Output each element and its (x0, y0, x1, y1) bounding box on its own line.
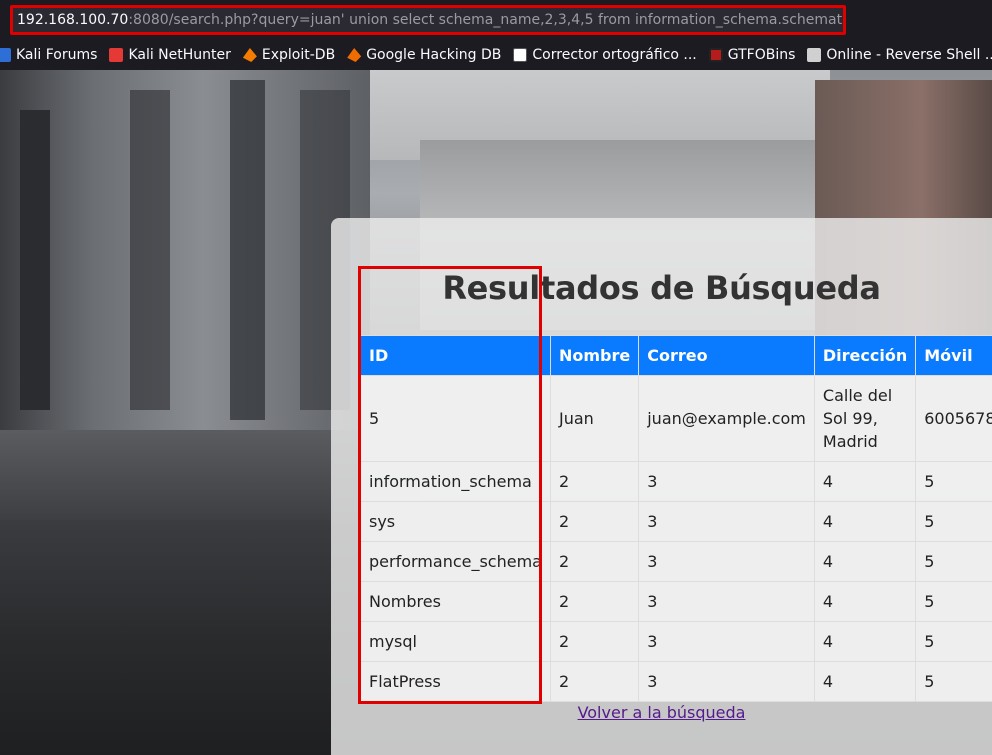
cell-id: performance_schema (360, 541, 551, 582)
browser-window: 192.168.100.70:8080/search.php?query=jua… (0, 0, 992, 755)
cell-id: information_schema (360, 461, 551, 502)
corrector-icon (513, 48, 528, 62)
header-movil: Móvil (915, 335, 992, 376)
cell-direccion: Calle del Sol 99, Madrid (813, 375, 917, 462)
bookmark-label: Google Hacking DB (366, 47, 502, 63)
cell-movil: 5 (915, 501, 992, 542)
cell-nombre: 2 (549, 461, 640, 502)
address-field[interactable]: 192.168.100.70:8080/search.php?query=jua… (10, 5, 846, 35)
cell-correo: 3 (638, 661, 815, 702)
url-bar: 192.168.100.70:8080/search.php?query=jua… (0, 0, 992, 40)
kali-dragon-icon (0, 48, 11, 62)
page-viewport: Resultados de Búsqueda ID Nombre Correo … (0, 70, 992, 755)
cell-movil: 5 (915, 461, 992, 502)
cell-id: mysql (360, 621, 551, 662)
table-header-row: ID Nombre Correo Dirección Móvil (360, 335, 992, 376)
cell-direccion: 4 (813, 461, 917, 502)
cell-movil: 5 (915, 581, 992, 622)
cell-movil: 5 (915, 661, 992, 702)
page-title: Resultados de Búsqueda (442, 269, 881, 307)
bookmark-label: Kali Forums (16, 47, 98, 63)
cell-movil: 600567890 (915, 375, 992, 462)
cell-correo: 3 (638, 541, 815, 582)
url-host: 192.168.100.70 (17, 12, 129, 28)
cell-nombre: 2 (549, 581, 640, 622)
table-row: FlatPress 2 3 4 5 (360, 661, 992, 702)
bookmark-kali-nethunter[interactable]: Kali NetHunter (109, 47, 231, 63)
ghdb-icon (347, 48, 362, 62)
header-correo: Correo (638, 335, 815, 376)
table-row: mysql 2 3 4 5 (360, 621, 992, 662)
header-direccion: Dirección (813, 335, 917, 376)
cell-movil: 5 (915, 621, 992, 662)
nethunter-icon (109, 48, 124, 62)
bookmark-label: Online - Reverse Shell ... (826, 47, 992, 63)
table-row: Nombres 2 3 4 5 (360, 581, 992, 622)
bookmark-label: Corrector ortográfico ... (532, 47, 697, 63)
cell-correo: 3 (638, 621, 815, 662)
cell-id: Nombres (360, 581, 551, 622)
bookmark-label: Kali NetHunter (128, 47, 231, 63)
back-to-search-link[interactable]: Volver a la búsqueda (331, 703, 992, 722)
cell-nombre: 2 (549, 661, 640, 702)
bookmark-label: Exploit-DB (261, 47, 336, 63)
bookmarks-bar: Kali Forums Kali NetHunter Exploit-DB Go… (0, 40, 992, 70)
cell-direccion: 4 (813, 501, 917, 542)
cell-nombre: 2 (549, 621, 640, 662)
cell-nombre: 2 (549, 541, 640, 582)
cell-id: 5 (360, 375, 551, 462)
cell-id: sys (360, 501, 551, 542)
cell-direccion: 4 (813, 581, 917, 622)
gtfobins-icon (708, 48, 723, 62)
cell-correo: 3 (638, 461, 815, 502)
table-row: sys 2 3 4 5 (360, 501, 992, 542)
bookmark-reverse-shell[interactable]: Online - Reverse Shell ... (807, 47, 992, 63)
cell-direccion: 4 (813, 621, 917, 662)
skull-icon (807, 48, 822, 62)
cell-nombre: Juan (549, 375, 640, 462)
results-table: ID Nombre Correo Dirección Móvil 5 Juan … (360, 335, 992, 702)
header-id: ID (360, 335, 551, 376)
bookmark-kali-forums[interactable]: Kali Forums (0, 47, 97, 63)
bookmark-gtfobins[interactable]: GTFOBins (708, 47, 796, 63)
cell-correo: juan@example.com (638, 375, 815, 462)
results-card: Resultados de Búsqueda ID Nombre Correo … (331, 218, 992, 755)
cell-direccion: 4 (813, 661, 917, 702)
url-path: :8080/search.php?query=juan' union selec… (128, 12, 846, 28)
cell-correo: 3 (638, 581, 815, 622)
table-row: 5 Juan juan@example.com Calle del Sol 99… (360, 375, 992, 462)
table-row: information_schema 2 3 4 5 (360, 461, 992, 502)
cell-nombre: 2 (549, 501, 640, 542)
cell-direccion: 4 (813, 541, 917, 582)
bookmark-exploit-db[interactable]: Exploit-DB (242, 47, 336, 63)
bookmark-ghdb[interactable]: Google Hacking DB (347, 47, 501, 63)
cell-movil: 5 (915, 541, 992, 582)
table-row: performance_schema 2 3 4 5 (360, 541, 992, 582)
bookmark-label: GTFOBins (727, 47, 796, 63)
bookmark-corrector[interactable]: Corrector ortográfico ... (513, 47, 697, 63)
exploit-db-icon (242, 48, 257, 62)
cell-correo: 3 (638, 501, 815, 542)
cell-id: FlatPress (360, 661, 551, 702)
header-nombre: Nombre (549, 335, 640, 376)
